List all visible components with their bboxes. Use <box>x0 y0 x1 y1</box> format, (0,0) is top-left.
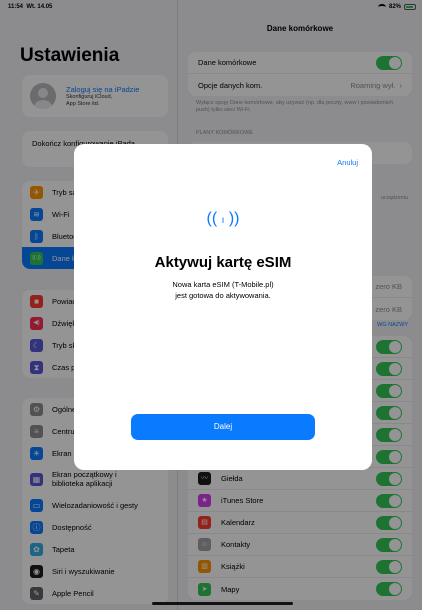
modal-desc-line2: jest gotowa do aktywowania. <box>175 290 271 300</box>
continue-button[interactable]: Dalej <box>131 414 315 440</box>
esim-activation-modal: Anuluj (( ı )) Aktywuj kartę eSIM Nowa k… <box>74 144 372 470</box>
cancel-button[interactable]: Anuluj <box>337 158 358 167</box>
modal-desc-line1: Nowa karta eSIM (T-Mobile.pl) <box>172 280 274 289</box>
antenna-icon: (( ı )) <box>206 210 240 227</box>
home-indicator[interactable] <box>152 602 293 605</box>
modal-description: Nowa karta eSIM (T-Mobile.pl) jest gotow… <box>114 280 332 301</box>
modal-title: Aktywuj kartę eSIM <box>154 254 292 271</box>
